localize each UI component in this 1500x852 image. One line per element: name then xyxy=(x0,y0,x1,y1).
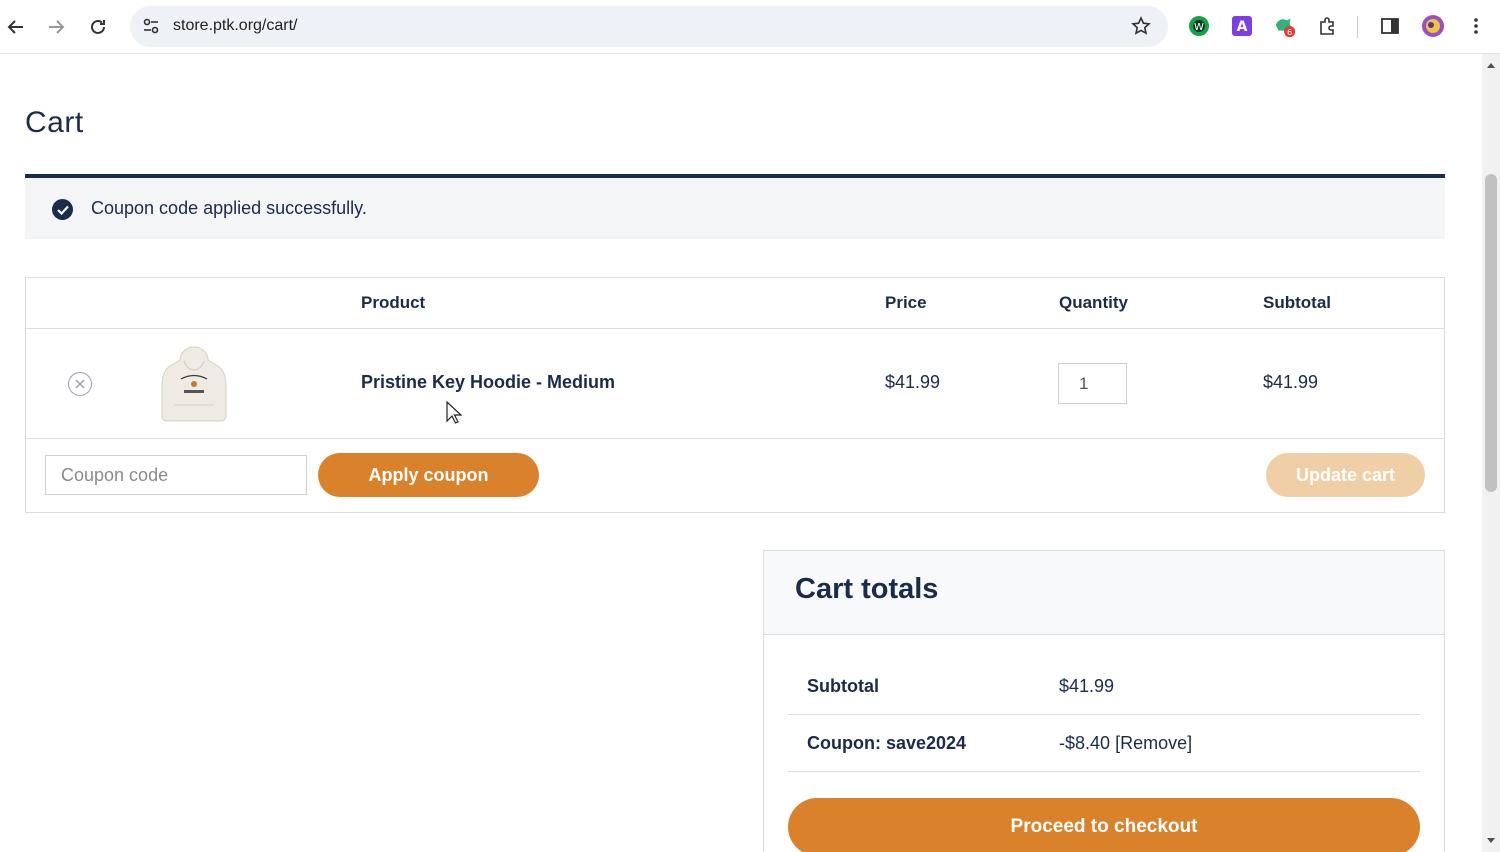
success-notice: Coupon code applied successfully. xyxy=(25,174,1445,239)
cart-totals-title: Cart totals xyxy=(795,573,939,605)
cart-totals-header: Cart totals xyxy=(764,551,1444,635)
remove-coupon-link[interactable]: [Remove] xyxy=(1115,733,1192,753)
cart-totals-panel: Cart totals Subtotal $41.99 Coupon: save… xyxy=(763,550,1445,852)
mouse-cursor-icon xyxy=(446,401,462,424)
proceed-to-checkout-button[interactable]: Proceed to checkout xyxy=(788,798,1420,852)
browser-toolbar: store.ptk.org/cart/ W A 6 xyxy=(0,0,1500,54)
checkmark-icon xyxy=(52,199,73,220)
site-info-icon[interactable] xyxy=(140,15,162,37)
reload-icon xyxy=(91,19,105,34)
profile-avatar[interactable] xyxy=(1421,14,1445,38)
coupon-code-input[interactable] xyxy=(45,455,307,495)
header-quantity: Quantity xyxy=(1059,293,1128,312)
totals-coupon-value-group: -$8.40 [Remove] xyxy=(1059,733,1192,754)
totals-subtotal-value: $41.99 xyxy=(1059,676,1115,696)
page-scrollbar[interactable] xyxy=(1482,54,1500,852)
cart-table-header: Product Price Quantity Subtotal xyxy=(26,278,1444,329)
extensions-puzzle-icon[interactable] xyxy=(1316,14,1340,38)
scroll-down-arrow-icon[interactable] xyxy=(1486,836,1496,846)
update-cart-button[interactable]: Update cart xyxy=(1266,453,1425,497)
back-arrow-icon xyxy=(7,20,23,34)
url-text: store.ptk.org/cart/ xyxy=(173,17,298,34)
svg-text:W: W xyxy=(1194,22,1204,33)
extension-grammar-icon[interactable]: W xyxy=(1187,14,1211,38)
header-price: Price xyxy=(885,293,927,312)
totals-row-coupon: Coupon: save2024 -$8.40 [Remove] xyxy=(788,715,1420,772)
quantity-input[interactable] xyxy=(1058,363,1127,404)
browser-menu-icon[interactable] xyxy=(1464,14,1488,38)
forward-button[interactable] xyxy=(40,11,72,43)
product-name-link[interactable]: Pristine Key Hoodie - Medium xyxy=(361,372,615,393)
totals-coupon-label: Coupon: save2024 xyxy=(807,733,967,753)
totals-coupon-discount: -$8.40 xyxy=(1059,733,1111,753)
svg-text:A: A xyxy=(1237,19,1248,35)
header-product: Product xyxy=(361,293,426,312)
cart-table: Product Price Quantity Subtotal Pristine… xyxy=(25,277,1445,513)
toolbar-divider xyxy=(1357,16,1358,38)
header-subtotal: Subtotal xyxy=(1263,293,1331,312)
product-subtotal: $41.99 xyxy=(1263,372,1319,392)
reload-button[interactable] xyxy=(82,11,114,43)
bookmark-star-icon[interactable] xyxy=(1130,15,1152,37)
totals-row-subtotal: Subtotal $41.99 xyxy=(788,658,1420,715)
page-title: Cart xyxy=(25,106,84,139)
extension-font-icon[interactable]: A xyxy=(1230,14,1254,38)
extension-badge-count: 6 xyxy=(1287,27,1292,37)
scroll-up-arrow-icon[interactable] xyxy=(1486,60,1496,70)
extension-puzzle-badge-icon[interactable]: 6 xyxy=(1273,14,1297,38)
forward-arrow-icon xyxy=(49,20,65,34)
table-row: Pristine Key Hoodie - Medium $41.99 $41.… xyxy=(26,329,1444,439)
scrollbar-thumb[interactable] xyxy=(1485,174,1497,492)
remove-item-icon[interactable] xyxy=(68,372,92,396)
page-content: Cart Coupon code applied successfully. P… xyxy=(0,55,1482,852)
apply-coupon-button[interactable]: Apply coupon xyxy=(318,453,539,497)
side-panel-icon[interactable] xyxy=(1378,14,1402,38)
totals-subtotal-label: Subtotal xyxy=(807,676,879,696)
address-bar[interactable]: store.ptk.org/cart/ xyxy=(130,6,1168,47)
product-thumbnail[interactable] xyxy=(156,343,232,425)
notice-message: Coupon code applied successfully. xyxy=(91,198,367,218)
back-button[interactable] xyxy=(0,11,32,43)
product-price: $41.99 xyxy=(885,372,941,392)
